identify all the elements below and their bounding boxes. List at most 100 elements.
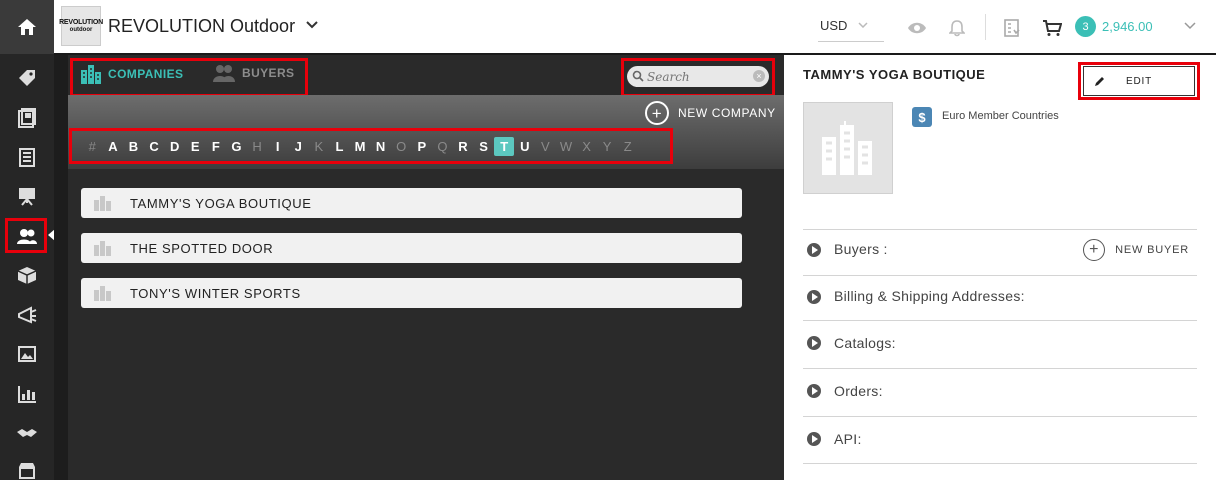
alphabet-letter[interactable]: E [185,137,206,156]
expand-arrow-icon [807,384,821,398]
expand-arrow-icon [807,336,821,350]
nav-reports[interactable] [0,374,54,414]
alphabet-letter: # [88,139,96,154]
section-orders[interactable]: Orders: [803,368,1197,416]
alphabet-letter: Q [437,139,448,154]
cart-amount[interactable]: 2,946.00 [1102,19,1153,34]
section-addresses-title: Billing & Shipping Addresses: [834,288,1025,304]
alphabet-letter[interactable]: L [329,137,350,156]
alphabet-letter: Z [623,139,632,154]
logo-text-line2: outdoor [69,27,93,33]
alphabet-letter[interactable]: G [226,137,247,156]
nav-promotions[interactable] [0,295,54,335]
clear-search-icon[interactable]: × [753,70,765,82]
section-catalogs[interactable]: Catalogs: [803,320,1197,368]
new-company-button[interactable]: + NEW COMPANY [645,101,776,125]
cart-count-badge: 3 [1075,16,1096,37]
company-row[interactable]: TAMMY'S YOGA BOUTIQUE [81,188,742,218]
account-chevron-icon[interactable] [1184,22,1196,30]
active-nav-highlight [5,218,47,253]
tab-buyers[interactable]: BUYERS [212,64,294,82]
alphabet-letter[interactable]: F [206,137,227,156]
currency-underline [818,41,884,42]
nav-images[interactable] [0,334,54,374]
section-api[interactable]: API: [803,416,1197,464]
bell-icon [949,20,965,37]
building-icon [94,286,111,301]
alphabet-letter[interactable]: J [288,137,309,156]
nav-catalogs[interactable] [0,98,54,138]
alphabet-letter: V [541,139,550,154]
pricing-button[interactable] [1001,17,1023,39]
plus-circle-icon: + [1083,239,1106,261]
company-list: TAMMY'S YOGA BOUTIQUE THE SPOTTED DOOR TON… [81,188,742,323]
section-api-title: API: [834,431,862,447]
tab-companies[interactable]: COMPANIES [80,64,183,84]
tab-buyers-label: BUYERS [242,66,295,80]
nav-products-box[interactable] [0,255,54,295]
price-list-icon [1004,19,1020,37]
alphabet-letter: Y [602,139,612,154]
company-image[interactable] [803,102,893,194]
store-logo[interactable]: REVOLUTION outdoor [59,6,103,46]
edit-button[interactable]: EDIT [1083,66,1195,96]
preview-button[interactable] [906,17,928,39]
store-name[interactable]: REVOLUTION Outdoor [108,16,295,37]
alphabet-letter[interactable]: R [453,137,474,156]
presentation-icon [19,188,35,206]
currency-chevron-icon[interactable] [858,22,868,28]
alphabet-letter[interactable]: I [267,137,288,156]
section-buyers[interactable]: Buyers : + NEW BUYER [803,229,1197,275]
alphabet-letter[interactable]: C [144,137,165,156]
nav-presentations[interactable] [0,176,54,216]
alphabet-letter[interactable]: B [123,137,144,156]
alphabet-letter[interactable]: P [412,137,433,156]
alphabet-letter: W [559,139,573,154]
nav-partners[interactable] [0,413,54,453]
alphabet-letter[interactable]: D [164,137,185,156]
reports-icon [18,386,36,403]
top-bar: REVOLUTION outdoor REVOLUTION Outdoor US… [54,0,1216,55]
nav-home[interactable] [0,0,54,54]
nav-orders[interactable] [0,137,54,177]
currency-select[interactable]: USD [820,18,847,33]
companies-panel: COMPANIES BUYERS × + NEW COMPANY # ABCDEF… [54,55,784,480]
section-addresses[interactable]: Billing & Shipping Addresses: [803,275,1197,321]
nav-products[interactable] [0,58,54,98]
alphabet-letter[interactable]: T [493,137,515,156]
chevron-down-icon[interactable] [306,21,318,29]
company-row[interactable]: TONY'S WINTER SPORTS [81,278,742,308]
alphabet-letter[interactable]: M [350,137,371,156]
tag-icon [19,70,35,86]
building-icon [94,196,111,211]
cart-button[interactable] [1041,17,1063,39]
search-input[interactable] [647,68,747,85]
buildings-icon [81,65,101,84]
plus-circle-icon: + [645,101,669,125]
company-detail-panel: TAMMY'S YOGA BOUTIQUE EDIT $ Euro Member… [784,55,1216,480]
alphabet-band: + NEW COMPANY # A B C D E F G H I J K L M N O P Q R S T U V W X Y… [68,95,784,169]
catalog-icon [18,108,36,128]
tab-companies-label: COMPANIES [108,67,184,81]
company-row[interactable]: THE SPOTTED DOOR [81,233,742,263]
section-orders-title: Orders: [834,383,883,399]
alphabet-letter[interactable]: U [514,137,535,156]
notifications-button[interactable] [946,17,968,39]
alphabet-letter[interactable]: S [473,137,494,156]
pencil-icon [1095,77,1104,86]
new-company-label: NEW COMPANY [678,106,776,120]
nav-storefront[interactable] [0,452,54,480]
alphabet-letter[interactable]: A [103,137,124,156]
alphabet-letter[interactable]: N [370,137,391,156]
new-buyer-button[interactable]: + NEW BUYER [1083,239,1189,261]
cart-icon [1043,20,1062,36]
logo-text-line1: REVOLUTION [59,19,103,26]
company-search[interactable]: × [627,66,769,87]
promotions-icon [18,306,37,324]
alphabet-letter: X [582,139,591,154]
section-catalogs-title: Catalogs: [834,335,896,351]
new-buyer-label: NEW BUYER [1115,244,1189,256]
building-placeholder-icon [822,121,872,175]
edit-label: EDIT [1126,75,1152,87]
alphabet-letter: O [396,139,407,154]
